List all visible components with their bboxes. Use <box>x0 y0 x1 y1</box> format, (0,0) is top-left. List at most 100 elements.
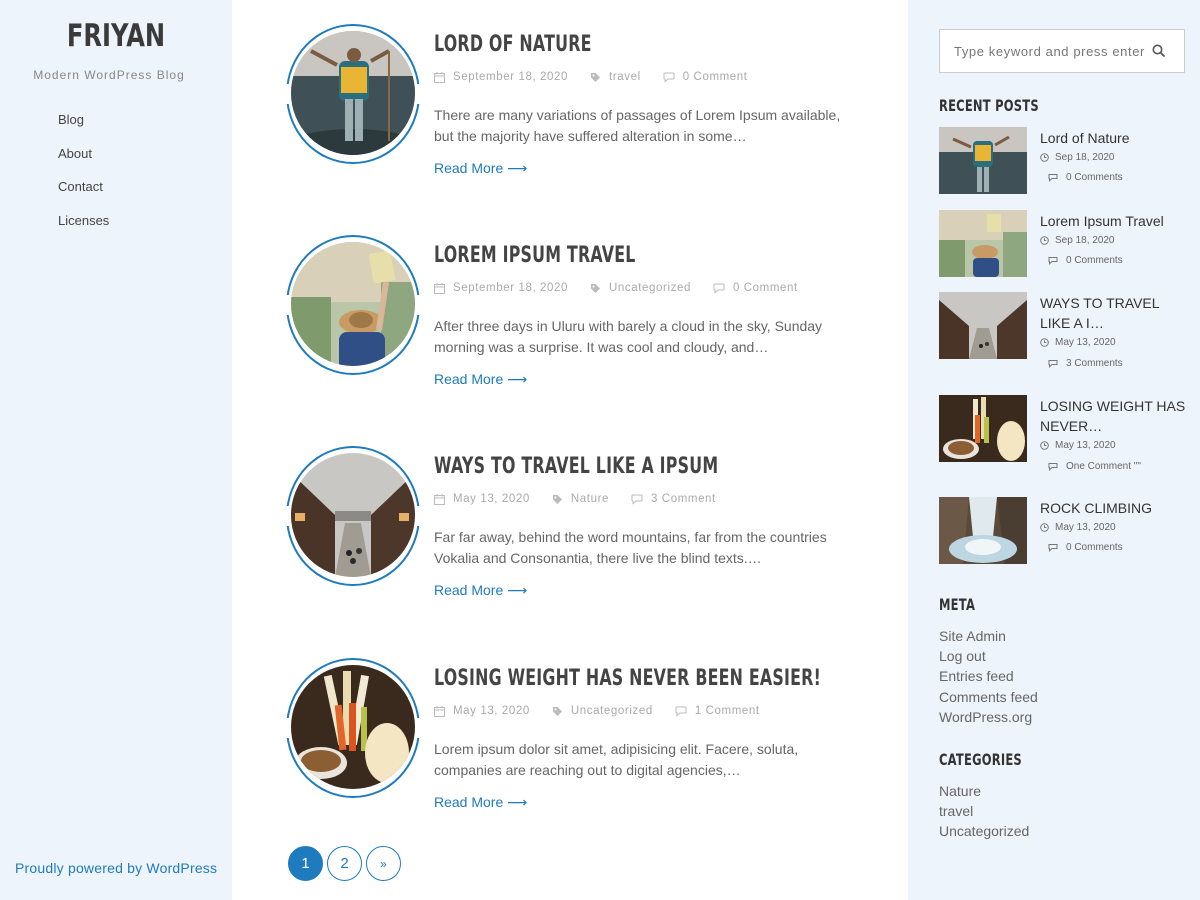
post-comments[interactable]: 0 Comment <box>663 71 748 83</box>
nav-item-licenses[interactable]: Licenses <box>58 213 109 247</box>
meta-link-comments-feed[interactable]: Comments feed <box>939 687 1038 707</box>
comment-icon <box>631 494 643 505</box>
clock-icon <box>1040 236 1049 245</box>
recent-post-comments[interactable]: 0 Comments <box>1048 255 1123 266</box>
post-meta: May 13, 2020 Uncategorized 1 Comment <box>434 705 782 717</box>
hiker-image <box>291 31 415 155</box>
calendar-icon <box>434 493 445 505</box>
post-title[interactable]: LOREM IPSUM TRAVEL <box>434 243 636 268</box>
post-comments-text[interactable]: 3 Comment <box>651 493 716 505</box>
post-thumbnail-frame[interactable] <box>283 446 423 586</box>
recent-post-title[interactable]: Lorem Ipsum Travel <box>1040 211 1190 231</box>
tag-icon <box>591 72 601 82</box>
post-category-text[interactable]: Uncategorized <box>609 282 691 294</box>
post-title[interactable]: LORD OF NATURE <box>434 32 592 57</box>
post-card: LOSING WEIGHT HAS NEVER BEEN EASIER! May… <box>283 658 886 838</box>
recent-post-comments[interactable]: 3 Comments <box>1048 358 1123 369</box>
category-link-travel[interactable]: travel <box>939 801 1029 821</box>
read-more-link[interactable]: Read More ⟶ <box>434 794 527 811</box>
recent-post-item: Lorem Ipsum Travel Sep 18, 2020 0 Commen… <box>939 210 1199 280</box>
recent-post-title[interactable]: ROCK CLIMBING <box>1040 498 1190 518</box>
post-card: LORD OF NATURE September 18, 2020 travel… <box>283 24 886 204</box>
post-date: May 13, 2020 <box>434 705 530 717</box>
post-date: September 18, 2020 <box>434 71 568 83</box>
street-image <box>939 292 1027 359</box>
recent-post-title[interactable]: LOSING WEIGHT HAS NEVER… <box>1040 396 1190 436</box>
nav-item-blog[interactable]: Blog <box>58 112 109 146</box>
post-comments-text[interactable]: 0 Comment <box>733 282 798 294</box>
food-image <box>939 395 1027 462</box>
recent-post-thumbnail[interactable] <box>939 292 1027 359</box>
post-category[interactable]: Uncategorized <box>590 282 691 294</box>
recent-post-date: Sep 18, 2020 <box>1040 152 1115 163</box>
recent-post-comments-text[interactable]: One Comment "" <box>1066 461 1141 472</box>
search-input[interactable] <box>954 43 1154 59</box>
recent-post-comments-text[interactable]: 0 Comments <box>1066 172 1123 183</box>
post-thumbnail[interactable] <box>291 665 415 789</box>
recent-post-comments-text[interactable]: 0 Comments <box>1066 542 1123 553</box>
recent-post-date: May 13, 2020 <box>1040 337 1116 348</box>
post-thumbnail-frame[interactable] <box>283 235 423 375</box>
post-date-text: May 13, 2020 <box>453 493 530 505</box>
post-title[interactable]: LOSING WEIGHT HAS NEVER BEEN EASIER! <box>434 666 821 691</box>
post-date-text: May 13, 2020 <box>453 705 530 717</box>
recent-post-comments-text[interactable]: 0 Comments <box>1066 255 1123 266</box>
site-title[interactable]: FRIYAN <box>26 18 207 54</box>
category-links: Nature travel Uncategorized <box>939 781 1029 842</box>
post-title[interactable]: WAYS TO TRAVEL LIKE A IPSUM <box>434 454 718 479</box>
meta-link-log-out[interactable]: Log out <box>939 646 1038 666</box>
post-comments-text[interactable]: 1 Comment <box>695 705 760 717</box>
search-icon[interactable] <box>1152 44 1166 58</box>
recent-post-thumbnail[interactable] <box>939 127 1027 194</box>
nav-item-contact[interactable]: Contact <box>58 179 109 213</box>
clock-icon <box>1040 523 1049 532</box>
post-comments[interactable]: 3 Comment <box>631 493 716 505</box>
post-thumbnail-frame[interactable] <box>283 658 423 798</box>
recent-post-thumbnail[interactable] <box>939 497 1027 564</box>
post-category-text[interactable]: travel <box>609 71 641 83</box>
meta-link-wordpress[interactable]: WordPress.org <box>939 707 1038 727</box>
post-thumbnail[interactable] <box>291 31 415 155</box>
post-category-text[interactable]: Nature <box>571 493 609 505</box>
post-category-text[interactable]: Uncategorized <box>571 705 653 717</box>
search-box <box>939 29 1185 73</box>
tag-icon <box>552 706 562 716</box>
recent-post-date: Sep 18, 2020 <box>1040 235 1115 246</box>
meta-link-site-admin[interactable]: Site Admin <box>939 626 1038 646</box>
recent-post-title[interactable]: Lord of Nature <box>1040 128 1190 148</box>
powered-by-link[interactable]: Proudly powered by WordPress <box>15 860 217 876</box>
recent-post-comments[interactable]: One Comment "" <box>1048 461 1141 472</box>
nav-item-about[interactable]: About <box>58 146 109 180</box>
post-thumbnail[interactable] <box>291 242 415 366</box>
recent-post-thumbnail[interactable] <box>939 210 1027 277</box>
read-more-link[interactable]: Read More ⟶ <box>434 160 527 177</box>
post-thumbnail-frame[interactable] <box>283 24 423 164</box>
post-comments[interactable]: 1 Comment <box>675 705 760 717</box>
next-page-button[interactable]: » <box>366 846 401 881</box>
post-category[interactable]: travel <box>590 71 641 83</box>
recent-post-comments-text[interactable]: 3 Comments <box>1066 358 1123 369</box>
recent-post-thumbnail[interactable] <box>939 395 1027 462</box>
read-more-link[interactable]: Read More ⟶ <box>434 371 527 388</box>
recent-post-title[interactable]: WAYS TO TRAVEL LIKE A I… <box>1040 293 1190 333</box>
post-comments-text[interactable]: 0 Comment <box>683 71 748 83</box>
read-more-link[interactable]: Read More ⟶ <box>434 582 527 599</box>
post-category[interactable]: Nature <box>552 493 609 505</box>
page-button-1[interactable]: 1 <box>288 846 323 881</box>
food-image <box>291 665 415 789</box>
calendar-icon <box>434 282 445 294</box>
recent-post-comments[interactable]: 0 Comments <box>1048 542 1123 553</box>
recent-post-comments[interactable]: 0 Comments <box>1048 172 1123 183</box>
category-link-nature[interactable]: Nature <box>939 781 1029 801</box>
post-category[interactable]: Uncategorized <box>552 705 653 717</box>
category-link-uncategorized[interactable]: Uncategorized <box>939 821 1029 841</box>
post-thumbnail[interactable] <box>291 453 415 577</box>
meta-link-entries-feed[interactable]: Entries feed <box>939 666 1038 686</box>
comment-icon <box>1048 544 1058 552</box>
tag-icon <box>591 283 601 293</box>
post-comments[interactable]: 0 Comment <box>713 282 798 294</box>
comment-icon <box>675 706 687 717</box>
page-button-2[interactable]: 2 <box>327 846 362 881</box>
post-date-text: September 18, 2020 <box>453 282 569 294</box>
comment-icon <box>713 283 725 294</box>
